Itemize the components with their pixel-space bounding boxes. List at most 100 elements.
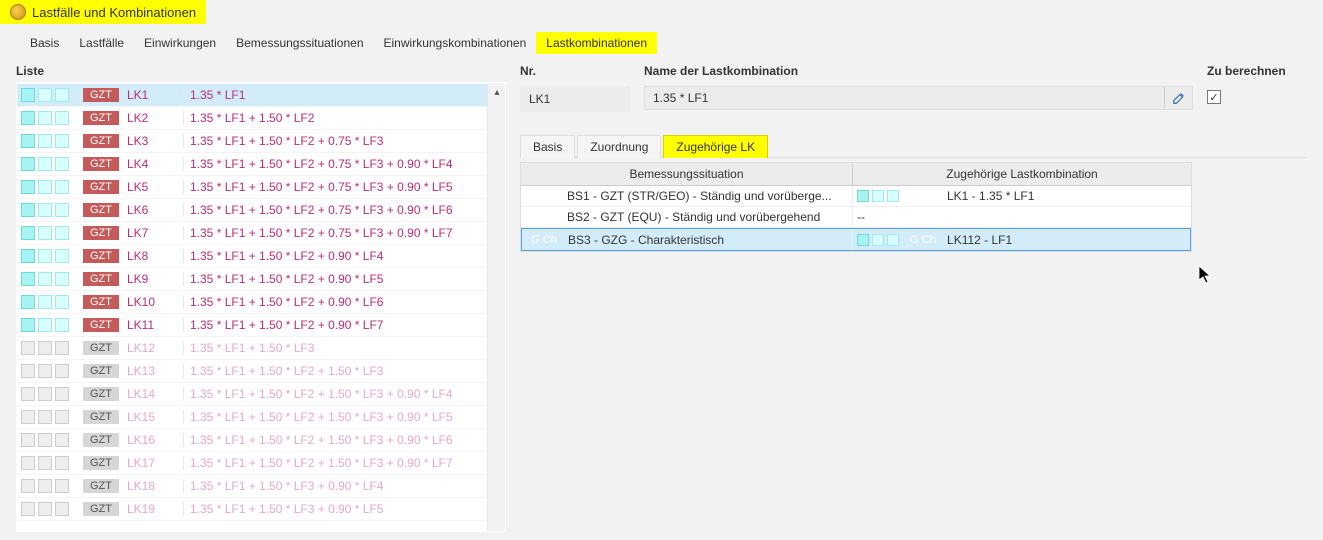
name-edit-button[interactable]	[1164, 87, 1192, 109]
status-chip	[55, 318, 69, 332]
list-item[interactable]: GZTLK71.35 * LF1 + 1.50 * LF2 + 0.75 * L…	[17, 222, 505, 245]
lk-formula: 1.35 * LF1 + 1.50 * LF2 + 0.75 * LF3 + 0…	[190, 203, 453, 217]
menu-einwirkungen[interactable]: Einwirkungen	[134, 32, 226, 54]
list-item[interactable]: GZTLK161.35 * LF1 + 1.50 * LF2 + 1.50 * …	[17, 429, 505, 452]
lk-id: LK8	[127, 249, 177, 263]
type-badge: GZT	[83, 341, 119, 355]
list-item[interactable]: GZTLK51.35 * LF1 + 1.50 * LF2 + 0.75 * L…	[17, 176, 505, 199]
list-item[interactable]: GZT LK17 1.35 * LF1 + 1.50 * LF2 + 1.50 * …	[17, 452, 505, 475]
scrollbar[interactable]: ▴	[487, 83, 505, 531]
right-tabbar: BasisZuordnungZugehörige LK	[520, 134, 1307, 158]
menu-bar: BasisLastfälleEinwirkungenBemessungssitu…	[0, 24, 1323, 64]
status-chip	[38, 502, 52, 516]
table-row[interactable]: LAGBS2 - GZT (EQU) - Ständig und vorüber…	[521, 207, 1191, 228]
edit-icon	[1172, 91, 1186, 105]
lk-id: LK17	[127, 456, 177, 470]
lk-formula: 1.35 * LF1 + 1.50 * LF2 + 0.90 * LF6	[190, 295, 383, 309]
combo-text: LK112 - LF1	[947, 233, 1012, 247]
status-chip	[21, 134, 35, 148]
combo-text: --	[857, 210, 865, 224]
status-chip	[38, 249, 52, 263]
status-chip	[38, 272, 52, 286]
table-row[interactable]: GZTBS1 - GZT (STR/GEO) - Ständig und vor…	[521, 186, 1191, 207]
lk-formula: 1.35 * LF1 + 1.50 * LF2 + 1.50 * LF3 + 0…	[190, 410, 453, 424]
lk-id: LK15	[127, 410, 177, 424]
status-chip	[38, 111, 52, 125]
type-badge: GZT	[83, 226, 119, 240]
list-item[interactable]: GZTLK61.35 * LF1 + 1.50 * LF2 + 0.75 * L…	[17, 199, 505, 222]
type-badge: GZT	[83, 88, 119, 102]
status-chip	[38, 364, 52, 378]
status-chip	[21, 433, 35, 447]
list-item[interactable]: GZT LK1 1.35 * LF1	[17, 84, 505, 107]
nr-field[interactable]: LK1	[520, 86, 630, 112]
list-item[interactable]: GZTLK141.35 * LF1 + 1.50 * LF2 + 1.50 * …	[17, 383, 505, 406]
scroll-up-icon[interactable]: ▴	[488, 83, 506, 101]
name-label: Name der Lastkombination	[644, 64, 1193, 78]
status-chip	[55, 410, 69, 424]
menu-bemessungssituationen[interactable]: Bemessungssituationen	[226, 32, 373, 54]
status-chip	[38, 134, 52, 148]
status-chips	[857, 190, 899, 202]
status-chip	[55, 226, 69, 240]
list-item[interactable]: GZT LK15 1.35 * LF1 + 1.50 * LF2 + 1.50 * …	[17, 406, 505, 429]
menu-lastkombinationen[interactable]: Lastkombinationen	[536, 32, 657, 54]
lk-formula: 1.35 * LF1 + 1.50 * LF2 + 0.90 * LF5	[190, 272, 383, 286]
status-chip	[21, 341, 35, 355]
type-badge: GZT	[83, 364, 119, 378]
lk-formula: 1.35 * LF1 + 1.50 * LF3 + 0.90 * LF4	[190, 479, 383, 493]
combo-badge: G Ch	[905, 233, 941, 247]
list-item[interactable]: GZTLK131.35 * LF1 + 1.50 * LF2 + 1.50 * …	[17, 360, 505, 383]
status-chip	[21, 318, 35, 332]
tab-basis[interactable]: Basis	[520, 135, 575, 158]
lk-id: LK5	[127, 180, 177, 194]
lk-id: LK3	[127, 134, 177, 148]
status-chip	[55, 249, 69, 263]
list-item[interactable]: GZTLK101.35 * LF1 + 1.50 * LF2 + 0.90 * …	[17, 291, 505, 314]
status-chip	[55, 134, 69, 148]
status-chip	[21, 387, 35, 401]
table-row[interactable]: G ChBS3 - GZG - CharakteristischG ChLK11…	[521, 228, 1191, 251]
lk-id: LK2	[127, 111, 177, 125]
list-item[interactable]: GZTLK111.35 * LF1 + 1.50 * LF2 + 0.90 * …	[17, 314, 505, 337]
nr-label: Nr.	[520, 64, 630, 78]
status-chip	[38, 387, 52, 401]
status-chip	[21, 272, 35, 286]
combo-text: LK1 - 1.35 * LF1	[947, 189, 1034, 203]
status-chip	[21, 157, 35, 171]
calc-checkbox[interactable]: ✓	[1207, 90, 1221, 104]
type-badge: GZT	[83, 410, 119, 424]
type-badge: GZT	[83, 111, 119, 125]
status-chip	[38, 479, 52, 493]
status-chip	[55, 88, 69, 102]
panel-right: Nr. LK1 Name der Lastkombination 1.35 * …	[520, 64, 1307, 532]
status-chip	[38, 341, 52, 355]
menu-lastfälle[interactable]: Lastfälle	[69, 32, 134, 54]
list-item[interactable]: GZTLK121.35 * LF1 + 1.50 * LF3	[17, 337, 505, 360]
list-item[interactable]: GZTLK31.35 * LF1 + 1.50 * LF2 + 0.75 * L…	[17, 130, 505, 153]
tab-zuordnung[interactable]: Zuordnung	[577, 135, 661, 158]
lk-formula: 1.35 * LF1 + 1.50 * LF2 + 1.50 * LF3	[190, 364, 383, 378]
lk-id: LK7	[127, 226, 177, 240]
menu-basis[interactable]: Basis	[20, 32, 69, 54]
lk-formula: 1.35 * LF1 + 1.50 * LF3 + 0.90 * LF5	[190, 502, 383, 516]
status-chip	[38, 318, 52, 332]
list-item[interactable]: GZTLK181.35 * LF1 + 1.50 * LF3 + 0.90 * …	[17, 475, 505, 498]
list-item[interactable]: GZTLK81.35 * LF1 + 1.50 * LF2 + 0.90 * L…	[17, 245, 505, 268]
list-item[interactable]: GZTLK21.35 * LF1 + 1.50 * LF2	[17, 107, 505, 130]
lk-formula: 1.35 * LF1 + 1.50 * LF2 + 1.50 * LF3 + 0…	[190, 456, 453, 470]
tab-zugehörige-lk[interactable]: Zugehörige LK	[663, 135, 768, 158]
status-chip	[21, 111, 35, 125]
list-item[interactable]: GZTLK191.35 * LF1 + 1.50 * LF3 + 0.90 * …	[17, 498, 505, 521]
list-item[interactable]: GZTLK41.35 * LF1 + 1.50 * LF2 + 0.75 * L…	[17, 153, 505, 176]
list-item[interactable]: GZTLK91.35 * LF1 + 1.50 * LF2 + 0.90 * L…	[17, 268, 505, 291]
status-chip	[55, 180, 69, 194]
menu-einwirkungskombinationen[interactable]: Einwirkungskombinationen	[374, 32, 537, 54]
type-badge: GZT	[83, 456, 119, 470]
type-badge: GZT	[83, 249, 119, 263]
lk-formula: 1.35 * LF1	[190, 88, 245, 102]
name-field[interactable]: 1.35 * LF1	[645, 87, 1164, 109]
status-chip	[55, 341, 69, 355]
lk-id: LK1	[127, 88, 177, 102]
lk-formula: 1.35 * LF1 + 1.50 * LF2 + 0.75 * LF3	[190, 134, 383, 148]
